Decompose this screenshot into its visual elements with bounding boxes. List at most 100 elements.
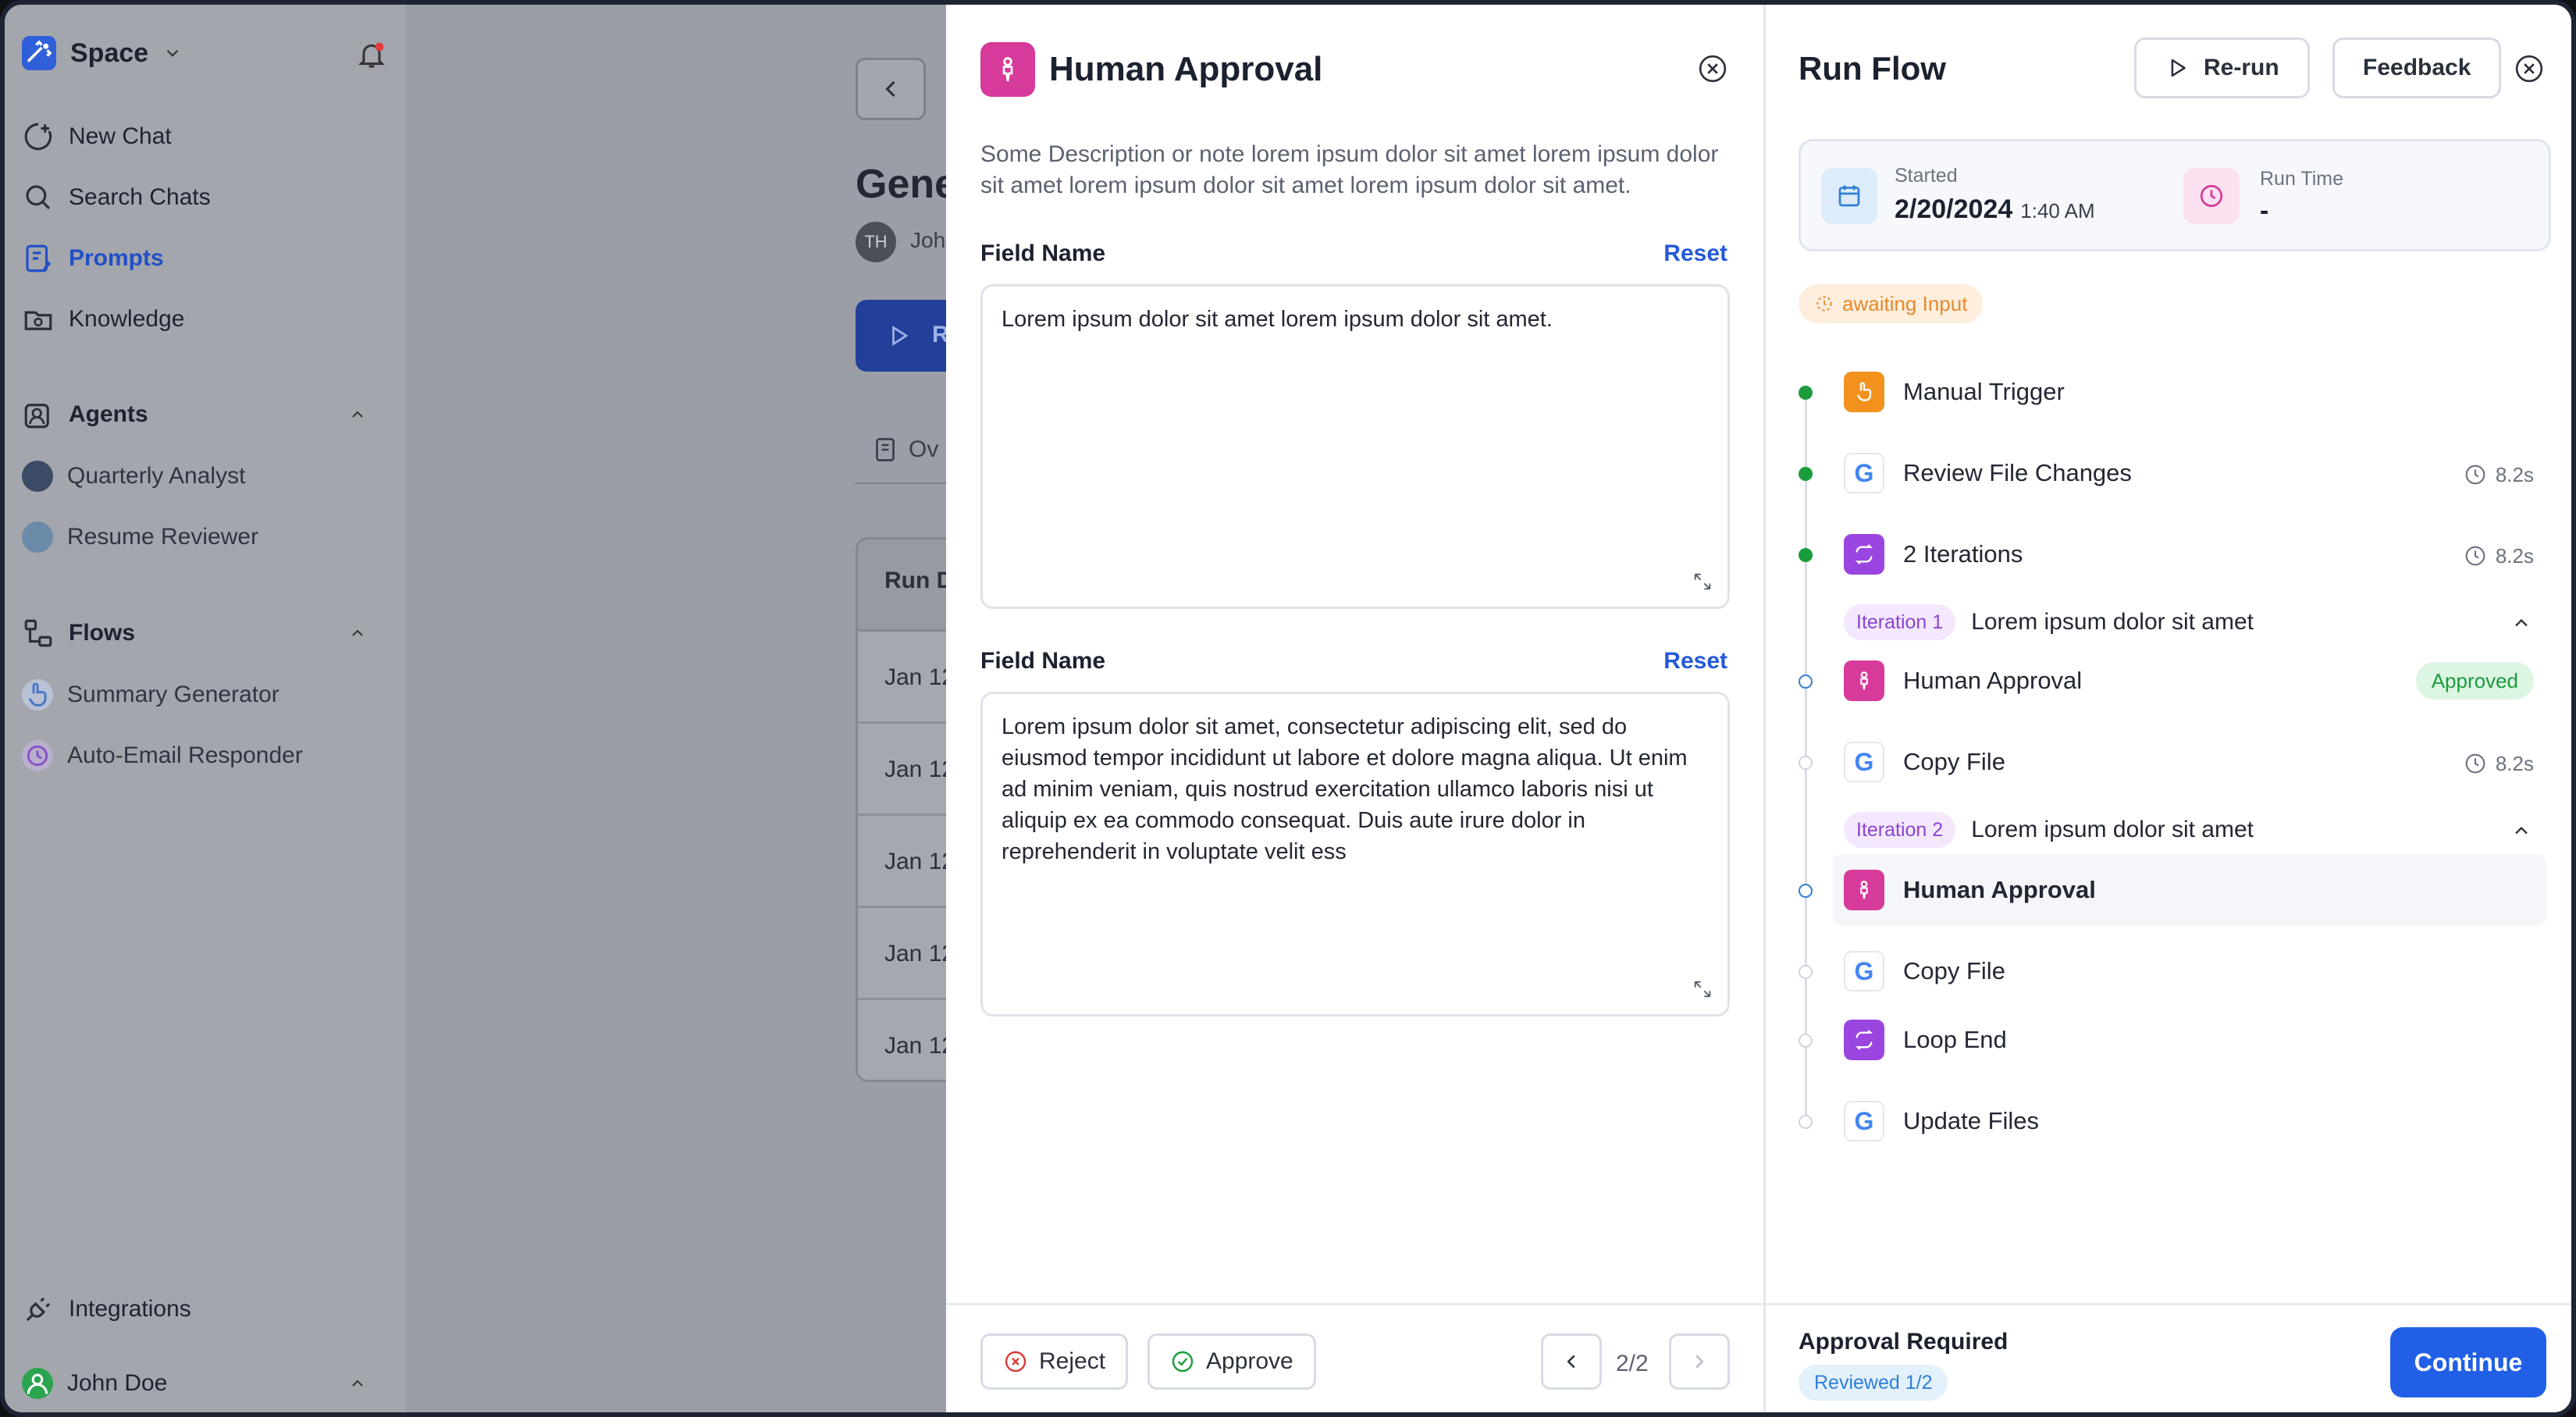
step-loop-end[interactable]: Loop End — [1844, 1020, 2007, 1060]
step-duration: 8.2s — [2463, 543, 2534, 568]
iteration-1-header[interactable]: Iteration 1 Lorem ipsum dolor sit amet — [1844, 604, 2254, 640]
expand-icon[interactable] — [1692, 978, 1713, 1000]
sidebar-section-flows[interactable]: Flows — [22, 617, 389, 650]
sidebar-flow-item[interactable]: Summary Generator — [22, 679, 279, 710]
iteration-tag: Iteration 2 — [1844, 812, 1956, 848]
flows-icon — [24, 619, 52, 647]
sidebar-label: Integrations — [69, 1296, 191, 1322]
reset-field-1-button[interactable]: Reset — [1663, 240, 1727, 267]
step-status-dot — [1799, 884, 1813, 898]
step-human-approval-1[interactable]: Human Approval — [1844, 660, 2082, 701]
sidebar-agent-item[interactable]: Resume Reviewer — [22, 522, 258, 553]
agents-icon — [24, 404, 49, 429]
background-page-title: Gene — [856, 162, 958, 207]
step-status-dot — [1799, 386, 1813, 400]
field-1-textarea[interactable]: Lorem ipsum dolor sit amet lorem ipsum d… — [980, 284, 1730, 609]
close-run-flow-button[interactable] — [2514, 53, 2545, 84]
step-manual-trigger[interactable]: Manual Trigger — [1844, 372, 2065, 412]
sidebar-label: New Chat — [69, 123, 172, 149]
step-copy-file-2[interactable]: G Copy File — [1844, 951, 2005, 992]
sidebar: Space New Chat Search Chats Prompts Know… — [5, 5, 406, 1412]
step-label: Loop End — [1903, 1026, 2007, 1053]
user-menu[interactable]: John Doe — [22, 1368, 389, 1399]
continue-button[interactable]: Continue — [2390, 1327, 2546, 1397]
button-label: Re-run — [2204, 55, 2279, 80]
feedback-button[interactable]: Feedback — [2332, 37, 2502, 98]
field-label: Field Name — [980, 240, 1106, 266]
field-2-textarea[interactable]: Lorem ipsum dolor sit amet, consectetur … — [980, 692, 1730, 1016]
badge-text: Approved — [2431, 668, 2518, 692]
approval-footer: Reject Approve 2/2 — [946, 1303, 1763, 1412]
sidebar-item-new-chat[interactable]: New Chat — [22, 120, 172, 153]
space-logo-icon — [22, 36, 56, 70]
button-label: Feedback — [2363, 55, 2471, 80]
sidebar-label: Quarterly Analyst — [67, 463, 246, 489]
step-copy-file-1[interactable]: G Copy File — [1844, 742, 2005, 782]
status-text: awaiting Input — [1842, 291, 1968, 315]
step-review-file-changes[interactable]: G Review File Changes — [1844, 453, 2132, 493]
step-update-files[interactable]: G Update Files — [1844, 1101, 2039, 1141]
step-label: Human Approval — [1903, 876, 2096, 903]
iteration-2-header[interactable]: Iteration 2 Lorem ipsum dolor sit amet — [1844, 812, 2254, 848]
sidebar-agent-item[interactable]: Quarterly Analyst — [22, 461, 245, 492]
prompts-icon — [26, 244, 52, 272]
chevron-up-icon — [352, 1380, 363, 1387]
search-icon — [26, 185, 51, 210]
page-indicator: 2/2 — [1616, 1351, 1649, 1376]
clock-icon — [2465, 465, 2485, 485]
back-button — [856, 58, 926, 120]
integrations-plug-icon — [26, 1297, 51, 1322]
clock-refresh-icon — [22, 740, 53, 771]
button-label: Approve — [1206, 1348, 1293, 1374]
next-page-button[interactable] — [1669, 1333, 1730, 1390]
sidebar-item-prompts[interactable]: Prompts — [22, 242, 164, 275]
pointer-hand-icon — [1844, 372, 1884, 412]
sidebar-flow-item[interactable]: Auto-Email Responder — [22, 740, 303, 771]
x-circle-icon — [1005, 1351, 1026, 1372]
panel-title: Human Approval — [1049, 50, 1323, 88]
sidebar-label: Knowledge — [69, 306, 185, 332]
chevron-down-icon — [166, 49, 179, 57]
chevron-up-icon[interactable] — [2510, 820, 2532, 842]
started-label: Started — [1895, 165, 1958, 187]
user-avatar-icon — [22, 1368, 53, 1399]
sidebar-label: Resume Reviewer — [67, 524, 259, 550]
sidebar-item-search-chats[interactable]: Search Chats — [22, 181, 211, 214]
approve-button[interactable]: Approve — [1147, 1333, 1316, 1390]
notifications-bell-icon[interactable] — [356, 39, 387, 74]
step-human-approval-2[interactable]: Human Approval — [1844, 870, 2096, 910]
sidebar-section-agents[interactable]: Agents — [22, 398, 389, 431]
reject-button[interactable]: Reject — [980, 1333, 1129, 1390]
field-value: Lorem ipsum dolor sit amet, consectetur … — [1002, 714, 1688, 864]
button-label: Reject — [1039, 1348, 1106, 1374]
tab-divider — [856, 482, 957, 484]
iteration-tag: Iteration 1 — [1844, 604, 1956, 640]
sidebar-label: Search Chats — [69, 184, 211, 210]
step-label: Copy File — [1903, 748, 2005, 775]
app-window: Space New Chat Search Chats Prompts Know… — [0, 0, 2576, 1417]
loop-icon — [1844, 534, 1884, 575]
step-label: Review File Changes — [1903, 459, 2132, 486]
loop-icon — [1844, 1020, 1884, 1060]
google-icon: G — [1844, 453, 1884, 493]
step-status-dot — [1799, 467, 1813, 481]
step-iterations[interactable]: 2 Iterations — [1844, 534, 2023, 575]
sidebar-section-title: Agents — [69, 401, 148, 427]
loading-spinner-icon — [1816, 296, 1832, 312]
sidebar-item-integrations[interactable]: Integrations — [22, 1293, 191, 1326]
google-icon: G — [1844, 951, 1884, 992]
step-status-dot — [1799, 965, 1813, 979]
rerun-button[interactable]: Re-run — [2134, 37, 2310, 98]
workspace-switcher[interactable]: Space — [22, 36, 183, 70]
previous-page-button[interactable] — [1541, 1333, 1602, 1390]
started-value: 2/20/2024 1:40 AM — [1895, 194, 2095, 225]
workspace-name: Space — [70, 37, 149, 68]
chevron-up-icon[interactable] — [2510, 612, 2532, 634]
check-circle-icon — [1172, 1351, 1194, 1372]
approved-badge: Approved — [2415, 662, 2534, 700]
field-label: Field Name — [980, 648, 1106, 674]
expand-icon[interactable] — [1692, 571, 1713, 593]
reset-field-2-button[interactable]: Reset — [1663, 648, 1727, 675]
sidebar-item-knowledge[interactable]: Knowledge — [22, 303, 184, 336]
close-panel-button[interactable] — [1697, 53, 1728, 84]
